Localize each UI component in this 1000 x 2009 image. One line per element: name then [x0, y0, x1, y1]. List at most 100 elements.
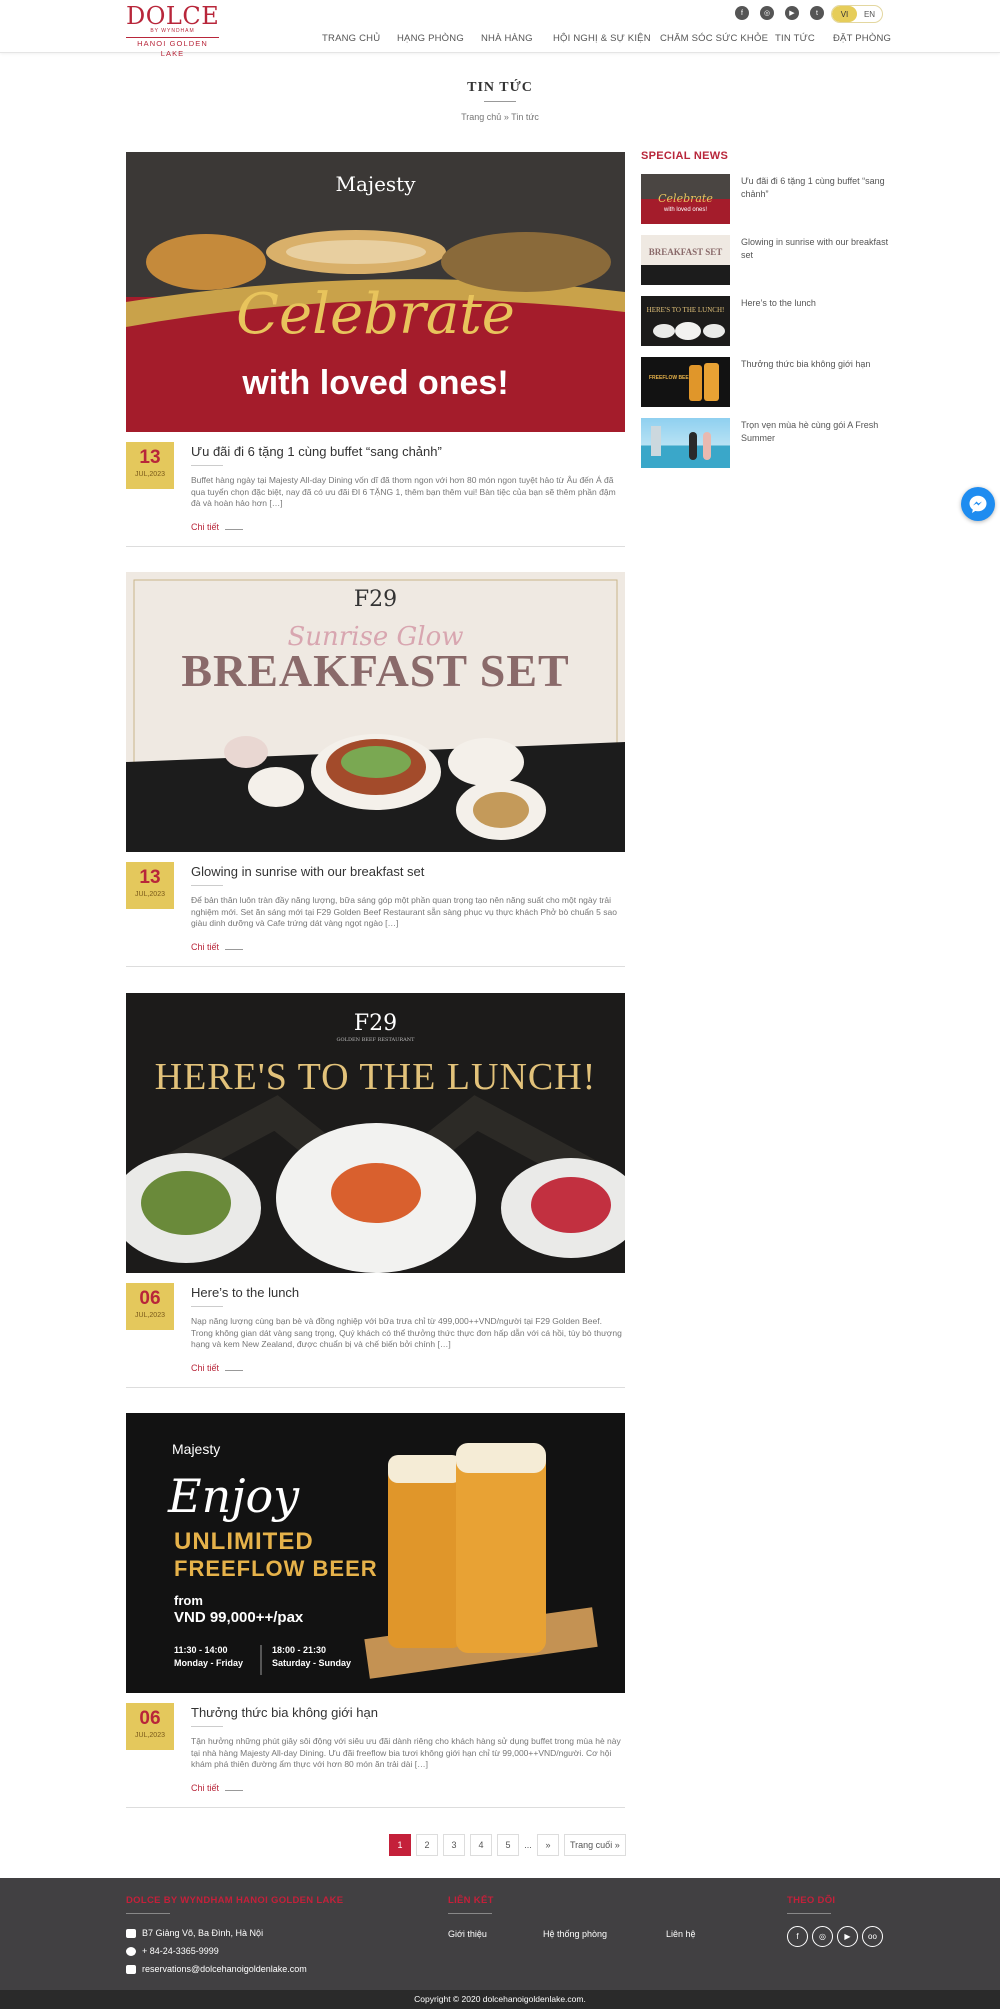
nav-rooms[interactable]: HẠNG PHÒNG [397, 33, 464, 44]
thumb-plate [675, 322, 701, 340]
arrow-right-icon [225, 948, 244, 950]
footer-link-contact[interactable]: Liên hệ [666, 1929, 696, 1939]
sidebar-thumbnail[interactable] [641, 418, 730, 468]
article-image[interactable]: Majesty Enjoy UNLIMITED FREEFLOW BEER fr… [126, 1413, 625, 1693]
page-1[interactable]: 1 [389, 1834, 411, 1856]
nav-restaurant[interactable]: NHÀ HÀNG [481, 33, 533, 44]
youtube-icon[interactable]: ▶ [785, 6, 799, 20]
nav-events[interactable]: HỘI NGHỊ & SỰ KIỆN [553, 33, 651, 44]
sidebar-item[interactable]: HERE'S TO THE LUNCH! Here’s to the lunch [641, 296, 891, 346]
thumb-glass [704, 363, 719, 401]
footer-social: f ◎ ▶ oo [787, 1926, 883, 1947]
footer-divider [787, 1913, 831, 1914]
sidebar-item-label[interactable]: Thưởng thức bia không giới hạn [741, 358, 891, 371]
read-more-link[interactable]: Chi tiết [191, 942, 244, 952]
image-script: Enjoy [168, 1469, 300, 1523]
nav-news[interactable]: TIN TỨC [775, 33, 815, 44]
article-title[interactable]: Glowing in sunrise with our breakfast se… [191, 864, 621, 879]
main-nav: TRANG CHỦ HẠNG PHÒNG NHÀ HÀNG HỘI NGHỊ &… [0, 33, 1000, 47]
phone-icon [126, 1946, 136, 1956]
article-card: Majesty Celebrate with loved ones! 13 JU… [126, 152, 625, 548]
nav-booking[interactable]: ĐẶT PHÒNG [833, 33, 891, 44]
thumb-text: BREAKFAST SET [648, 247, 723, 257]
article-card: F29 Sunrise Glow BREAKFAST SET 13 JUL,20… [126, 572, 625, 968]
sidebar-item-label[interactable]: Glowing in sunrise with our breakfast se… [741, 236, 891, 262]
last-page-button[interactable]: Trang cuối » [564, 1834, 626, 1856]
page-5[interactable]: 5 [497, 1834, 519, 1856]
sidebar-item[interactable]: FREEFLOW BEER Thưởng thức bia không giới… [641, 357, 891, 407]
read-more-label: Chi tiết [191, 1363, 220, 1373]
site-footer: DOLCE BY WYNDHAM HANOI GOLDEN LAKE B7 Gi… [0, 1878, 1000, 1990]
sidebar-thumbnail[interactable]: HERE'S TO THE LUNCH! [641, 296, 730, 346]
footer-link-about[interactable]: Giới thiệu [448, 1929, 487, 1939]
article-card: F29 GOLDEN BEEF RESTAURANT HERE'S TO THE… [126, 993, 625, 1389]
article-excerpt: Để bản thân luôn tràn đầy năng lượng, bữ… [191, 895, 617, 928]
instagram-icon[interactable]: ◎ [812, 1926, 833, 1947]
article-image[interactable]: Majesty Celebrate with loved ones! [126, 152, 625, 432]
title-underline [191, 1306, 223, 1307]
sidebar-item-label[interactable]: Trọn vẹn mùa hè cùng gói A Fresh Summer [741, 419, 891, 445]
article-excerpt: Nạp năng lượng cùng bạn bè và đồng nghiệ… [191, 1316, 622, 1349]
sidebar-item[interactable]: BREAKFAST SET Glowing in sunrise with ou… [641, 235, 891, 285]
image-brand: Majesty [335, 172, 416, 196]
sidebar-thumbnail[interactable]: FREEFLOW BEER [641, 357, 730, 407]
lang-vi[interactable]: VI [832, 6, 857, 22]
footer-link-rooms[interactable]: Hệ thống phòng [543, 1929, 607, 1939]
sidebar-item[interactable]: Celebrate with loved ones! Ưu đãi đi 6 t… [641, 174, 891, 224]
thumb-subtext: with loved ones! [663, 207, 708, 213]
lang-en[interactable]: EN [857, 6, 882, 22]
messenger-chat-button[interactable] [961, 487, 995, 521]
breadcrumb[interactable]: Trang chủ » Tin tức [0, 112, 1000, 122]
title-underline [191, 1726, 223, 1727]
date-month: JUL,2023 [135, 1312, 165, 1319]
nav-home[interactable]: TRANG CHỦ [322, 33, 380, 44]
title-underline [191, 465, 223, 466]
sidebar-item[interactable]: Trọn vẹn mùa hè cùng gói A Fresh Summer [641, 418, 891, 468]
article-excerpt: Buffet hàng ngày tại Majesty All-day Din… [191, 475, 616, 508]
article-title[interactable]: Ưu đãi đi 6 tặng 1 cùng buffet “sang chả… [191, 444, 621, 459]
nav-wellness[interactable]: CHĂM SÓC SỨC KHỎE [660, 33, 768, 44]
article-divider [126, 546, 625, 547]
next-page-button[interactable]: » [537, 1834, 559, 1856]
read-more-link[interactable]: Chi tiết [191, 1783, 244, 1793]
facebook-icon[interactable]: f [787, 1926, 808, 1947]
messenger-icon [969, 495, 987, 513]
page-title: TIN TỨC [467, 80, 533, 95]
article-card: Majesty Enjoy UNLIMITED FREEFLOW BEER fr… [126, 1413, 625, 1809]
footer-links-title: LIÊN KẾT [448, 1895, 494, 1906]
instagram-icon[interactable]: ◎ [760, 6, 774, 20]
sidebar-thumbnail[interactable]: Celebrate with loved ones! [641, 174, 730, 224]
image-price: VND 99,000++/pax [174, 1609, 304, 1626]
footer-email[interactable]: reservations@dolcehanoigoldenlake.com [126, 1964, 307, 1974]
page-2[interactable]: 2 [416, 1834, 438, 1856]
sidebar-item-label[interactable]: Ưu đãi đi 6 tặng 1 cùng buffet “sang chả… [741, 175, 891, 201]
date-day: 06 [139, 1708, 161, 1729]
phone-text[interactable]: + 84-24-3365-9999 [142, 1946, 219, 1956]
thumb-plate [653, 324, 675, 338]
sidebar-item-label[interactable]: Here’s to the lunch [741, 297, 891, 310]
article-divider [126, 1807, 625, 1808]
article-title[interactable]: Here’s to the lunch [191, 1285, 621, 1300]
read-more-label: Chi tiết [191, 522, 220, 532]
read-more-link[interactable]: Chi tiết [191, 522, 244, 532]
footer-phone[interactable]: + 84-24-3365-9999 [126, 1946, 219, 1956]
image-headline: BREAKFAST SET [181, 645, 570, 696]
facebook-icon[interactable]: f [735, 6, 749, 20]
page-3[interactable]: 3 [443, 1834, 465, 1856]
youtube-icon[interactable]: ▶ [837, 1926, 858, 1947]
sidebar-title: SPECIAL NEWS [641, 150, 729, 162]
tripadvisor-icon[interactable]: oo [862, 1926, 883, 1947]
article-title[interactable]: Thưởng thức bia không giới hạn [191, 1705, 621, 1720]
date-badge: 06 JUL,2023 [126, 1283, 174, 1330]
page-4[interactable]: 4 [470, 1834, 492, 1856]
footer-hotel-title: DOLCE BY WYNDHAM HANOI GOLDEN LAKE [126, 1895, 344, 1906]
article-image[interactable]: F29 GOLDEN BEEF RESTAURANT HERE'S TO THE… [126, 993, 625, 1273]
twitter-icon[interactable]: t [810, 6, 824, 20]
email-text[interactable]: reservations@dolcehanoigoldenlake.com [142, 1964, 307, 1974]
read-more-link[interactable]: Chi tiết [191, 1363, 244, 1373]
sidebar-thumbnail[interactable]: BREAKFAST SET [641, 235, 730, 285]
article-image[interactable]: F29 Sunrise Glow BREAKFAST SET [126, 572, 625, 852]
image-headline: HERE'S TO THE LUNCH! [154, 1056, 597, 1098]
date-day: 06 [139, 1288, 161, 1309]
date-month: JUL,2023 [135, 471, 165, 478]
